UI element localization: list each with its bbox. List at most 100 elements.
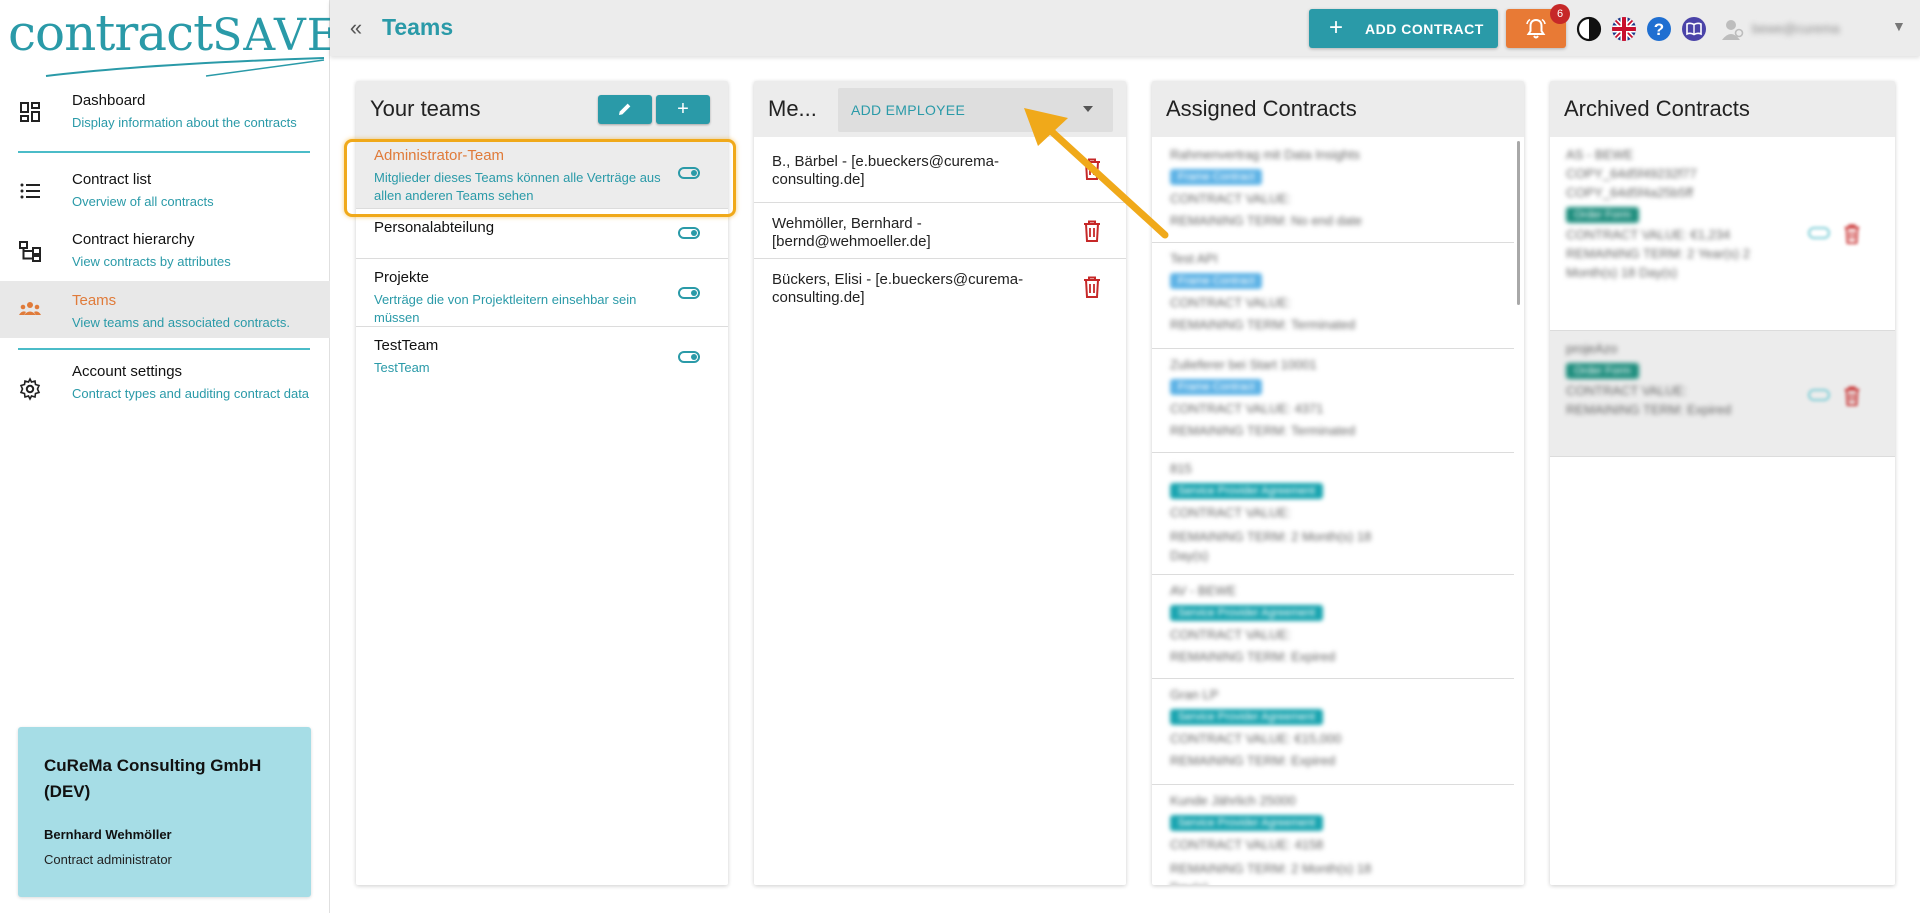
contract-title: Zulieferer bei Start 10001: [1170, 357, 1317, 372]
plus-icon: +: [1329, 14, 1344, 41]
contract-value: CONTRACT VALUE: €1,234: [1566, 227, 1731, 242]
add-contract-button[interactable]: + ADD CONTRACT: [1309, 9, 1498, 48]
contract-type-badge: Order Form: [1566, 363, 1639, 379]
contract-title: Gran LP: [1170, 687, 1219, 702]
team-item-projekte[interactable]: Projekte Verträge die von Projektleitern…: [356, 259, 728, 327]
list-icon: [20, 183, 40, 199]
restore-toggle-switch[interactable]: [1808, 227, 1830, 239]
team-toggle-switch[interactable]: [678, 227, 700, 239]
sidebar-item-subtitle: View contracts by attributes: [72, 254, 231, 269]
contract-value: CONTRACT VALUE:: [1170, 295, 1291, 310]
member-label: B., Bärbel - [e.bueckers@curema-consulti…: [772, 153, 999, 188]
trash-icon[interactable]: [1843, 385, 1861, 407]
team-item-administrator-team[interactable]: Administrator-Team Mitglieder dieses Tea…: [356, 137, 728, 209]
company-name: CuReMa Consulting GmbH (DEV): [44, 756, 262, 801]
user-menu[interactable]: bewe@curema ▼: [1720, 16, 1910, 42]
contract-term: REMAINING TERM: 2 Year(s) 2 Month(s) 18 …: [1566, 246, 1750, 280]
add-employee-select[interactable]: ADD EMPLOYEE: [838, 88, 1113, 132]
contract-title: Kunde Jährlich 25000: [1170, 793, 1296, 808]
trash-icon[interactable]: [1843, 223, 1861, 245]
bell-icon: [1526, 18, 1546, 39]
assigned-scrollbar[interactable]: [1517, 141, 1520, 305]
contract-title: Rahmenvertrag mit Data Insights: [1170, 147, 1361, 162]
help-icon[interactable]: ?: [1646, 16, 1672, 42]
team-name: Projekte: [374, 269, 430, 286]
assigned-panel-title: Assigned Contracts: [1166, 96, 1357, 121]
trash-icon[interactable]: [1082, 219, 1102, 243]
contract-value: CONTRACT VALUE: €15,000: [1170, 731, 1342, 746]
restore-toggle-switch[interactable]: [1808, 389, 1830, 401]
member-label: Wehmöller, Bernhard - [bernd@wehmoeller.…: [772, 215, 931, 250]
team-toggle-switch[interactable]: [678, 351, 700, 363]
assigned-contract-card[interactable]: AV - BEWE Service Provider Agreement CON…: [1152, 575, 1514, 679]
manual-book-icon[interactable]: [1681, 16, 1707, 42]
sidebar-item-title: Dashboard: [72, 92, 146, 109]
sidebar-item-subtitle: Display information about the contracts: [72, 115, 297, 130]
hierarchy-icon: [19, 241, 41, 262]
trash-icon[interactable]: [1082, 157, 1102, 181]
plus-icon: +: [677, 98, 689, 120]
contract-term: REMAINING TERM: Terminated: [1170, 423, 1356, 438]
sidebar-item-subtitle: Contract types and auditing contract dat…: [72, 386, 310, 401]
contract-type-badge: Service Provider Agreement: [1170, 605, 1323, 621]
archived-contracts-panel: Archived Contracts AS - BEWE COPY_64d5f4…: [1550, 81, 1895, 885]
teams-panel-title: Your teams: [370, 96, 481, 121]
team-toggle-switch[interactable]: [678, 167, 700, 179]
chevron-down-icon: ▼: [1892, 18, 1906, 34]
sidebar-item-title: Account settings: [72, 363, 183, 380]
logo-swoosh-icon: [45, 57, 325, 77]
page-title: Teams: [382, 14, 454, 40]
contract-term: REMAINING TERM: 2 Month(s) 18 Day(s): [1170, 861, 1372, 885]
sidebar: contractSAVE Dashboard Display informati…: [0, 0, 339, 913]
notification-badge: 6: [1550, 4, 1570, 24]
team-item-testteam[interactable]: TestTeam TestTeam: [356, 327, 728, 391]
contract-type-badge: Service Provider Agreement: [1170, 709, 1323, 725]
archived-contract-card[interactable]: projeAzo Order Form CONTRACT VALUE: REMA…: [1550, 331, 1895, 457]
contract-type-badge: Frame Contract: [1170, 273, 1263, 289]
add-team-button[interactable]: +: [656, 95, 710, 124]
sidebar-item-dashboard[interactable]: Dashboard Display information about the …: [0, 92, 330, 144]
sidebar-item-teams[interactable]: Teams View teams and associated contract…: [0, 281, 330, 338]
member-label: Bückers, Elisi - [e.bueckers@curema-cons…: [772, 271, 1024, 306]
contract-title: 815: [1170, 461, 1192, 476]
team-name: Personalabteilung: [374, 219, 495, 236]
collapse-sidebar-icon[interactable]: «: [342, 14, 370, 42]
assigned-contract-card[interactable]: Kunde Jährlich 25000 Service Provider Ag…: [1152, 785, 1514, 885]
team-toggle-switch[interactable]: [678, 287, 700, 299]
contract-title: AS - BEWE COPY_64d5f49232f77 COPY_64d5f4…: [1566, 147, 1697, 200]
assigned-contract-card[interactable]: Test API Frame Contract CONTRACT VALUE: …: [1152, 243, 1514, 349]
add-employee-label: ADD EMPLOYEE: [851, 102, 966, 118]
teams-panel: Your teams + Administrator-Team Mitglied…: [356, 81, 728, 885]
contract-term: REMAINING TERM: 2 Month(s) 18 Day(s): [1170, 529, 1372, 563]
contract-type-badge: Frame Contract: [1170, 169, 1263, 185]
uk-flag-language-icon[interactable]: [1611, 16, 1637, 42]
sidebar-item-account-settings[interactable]: Account settings Contract types and audi…: [0, 363, 330, 419]
contract-term: REMAINING TERM: No end date: [1170, 213, 1362, 228]
assigned-contract-card[interactable]: Gran LP Service Provider Agreement CONTR…: [1152, 679, 1514, 785]
contract-value: CONTRACT VALUE:: [1170, 505, 1291, 520]
edit-team-button[interactable]: [598, 95, 652, 124]
assigned-contract-card[interactable]: Zulieferer bei Start 10001 Frame Contrac…: [1152, 349, 1514, 453]
sidebar-item-title: Teams: [72, 292, 117, 309]
archived-contract-card[interactable]: AS - BEWE COPY_64d5f49232f77 COPY_64d5f4…: [1550, 137, 1895, 331]
contract-title: projeAzo: [1566, 341, 1618, 356]
assigned-contract-card[interactable]: Rahmenvertrag mit Data Insights Frame Co…: [1152, 139, 1514, 243]
assigned-contract-card[interactable]: 815 Service Provider Agreement CONTRACT …: [1152, 453, 1514, 575]
sidebar-item-contract-hierarchy[interactable]: Contract hierarchy View contracts by att…: [0, 231, 330, 281]
user-avatar-icon: [1722, 20, 1744, 40]
contractsave-logo[interactable]: contractSAVE: [6, 4, 339, 80]
user-name: Bernhard Wehmöller: [44, 827, 172, 842]
add-contract-label: ADD CONTRACT: [1365, 21, 1484, 37]
pencil-icon: [619, 103, 631, 115]
svg-text:?: ?: [1654, 20, 1664, 39]
contrast-toggle-icon[interactable]: [1576, 16, 1602, 42]
contract-term: REMAINING TERM: Expired: [1170, 753, 1336, 768]
contract-value: CONTRACT VALUE:: [1170, 627, 1291, 642]
contract-value: CONTRACT VALUE:: [1566, 383, 1687, 398]
team-item-personalabteilung[interactable]: Personalabteilung: [356, 209, 728, 259]
sidebar-item-contract-list[interactable]: Contract list Overview of all contracts: [0, 171, 330, 221]
contract-term: REMAINING TERM: Expired: [1170, 649, 1336, 664]
contract-title: AV - BEWE: [1170, 583, 1237, 598]
trash-icon[interactable]: [1082, 275, 1102, 299]
assigned-panel-header: Assigned Contracts: [1152, 81, 1524, 137]
